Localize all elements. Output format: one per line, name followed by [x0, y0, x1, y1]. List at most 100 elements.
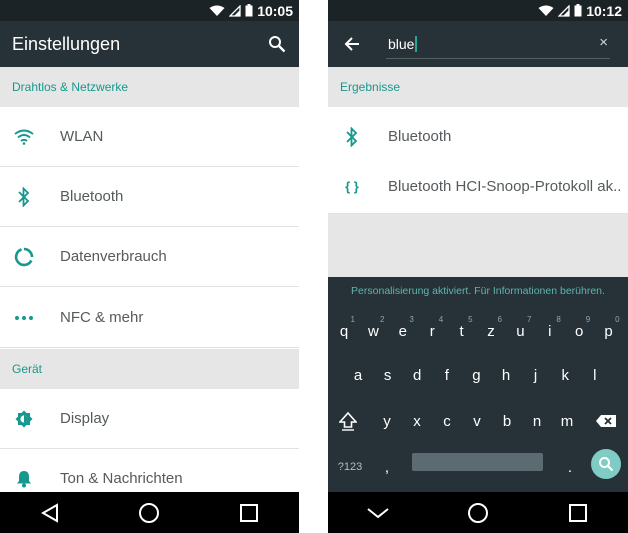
- key-h[interactable]: h: [492, 357, 520, 393]
- key-number-hint: 6: [497, 315, 502, 324]
- key-x[interactable]: x: [403, 403, 431, 439]
- status-bar: 10:12: [328, 0, 628, 21]
- key-number-hint: 3: [409, 315, 414, 324]
- key-l[interactable]: l: [581, 357, 609, 393]
- more-icon: [12, 306, 36, 330]
- settings-item-label: Bluetooth: [60, 188, 124, 205]
- key-letter: o: [575, 322, 584, 340]
- key-e[interactable]: e3: [389, 313, 417, 349]
- key-letter: p: [604, 322, 613, 340]
- key-letter: e: [398, 322, 407, 340]
- wifi-status-icon: [209, 5, 225, 17]
- key-t[interactable]: t5: [448, 313, 476, 349]
- home-icon[interactable]: [129, 493, 169, 533]
- key-r[interactable]: r4: [418, 313, 446, 349]
- signal-icon: [229, 4, 241, 17]
- settings-item-wlan[interactable]: WLAN: [0, 107, 299, 167]
- key-n[interactable]: n: [523, 403, 551, 439]
- key-b[interactable]: b: [493, 403, 521, 439]
- section-header-wireless: Drahtlos & Netzwerke: [0, 67, 299, 107]
- search-input[interactable]: blue ×: [386, 30, 610, 59]
- key-u[interactable]: u7: [506, 313, 534, 349]
- key-s[interactable]: s: [374, 357, 402, 393]
- navigation-bar: [0, 492, 299, 533]
- section-header-device: Gerät: [0, 349, 299, 389]
- bluetooth-icon: [12, 185, 36, 209]
- key-v[interactable]: v: [463, 403, 491, 439]
- settings-item-nfc[interactable]: NFC & mehr: [0, 288, 299, 348]
- key-number-hint: 8: [556, 315, 561, 324]
- settings-item-bluetooth[interactable]: Bluetooth: [0, 167, 299, 227]
- key-w[interactable]: w2: [359, 313, 387, 349]
- home-icon[interactable]: [458, 493, 498, 533]
- search-result-hci-snoop[interactable]: { } Bluetooth HCI-Snoop-Protokoll ak..: [328, 160, 628, 214]
- key-number-hint: 9: [585, 315, 591, 324]
- key-o[interactable]: o9: [565, 313, 593, 349]
- keyboard-row-4: ?123 , .: [328, 449, 628, 485]
- keyboard: q1w2e3r4t5z6u7i8o9p0 asdfghjkl yxcvbnm ?…: [328, 305, 628, 492]
- key-d[interactable]: d: [403, 357, 431, 393]
- key-letter: z: [487, 322, 495, 340]
- key-m[interactable]: m: [553, 403, 581, 439]
- key-f[interactable]: f: [433, 357, 461, 393]
- settings-item-label: NFC & mehr: [60, 309, 144, 326]
- keyboard-row-2: asdfghjkl: [328, 357, 628, 393]
- key-a[interactable]: a: [344, 357, 372, 393]
- keyboard-suggestion-strip[interactable]: Personalisierung aktiviert. Für Informat…: [328, 277, 628, 305]
- brightness-icon: [12, 407, 36, 431]
- back-arrow-icon[interactable]: [340, 32, 364, 56]
- search-result-label: Bluetooth: [388, 128, 452, 145]
- key-z[interactable]: z6: [477, 313, 505, 349]
- key-j[interactable]: j: [522, 357, 550, 393]
- key-k[interactable]: k: [551, 357, 579, 393]
- settings-item-data-usage[interactable]: Datenverbrauch: [0, 227, 299, 287]
- bluetooth-icon: [340, 125, 364, 149]
- app-bar: Einstellungen: [0, 21, 299, 67]
- search-icon[interactable]: [267, 34, 287, 54]
- status-bar: 10:05: [0, 0, 299, 21]
- key-g[interactable]: g: [462, 357, 490, 393]
- key-q[interactable]: q1: [330, 313, 358, 349]
- key-letter: t: [459, 322, 464, 340]
- key-number-hint: 5: [468, 315, 473, 324]
- search-key-icon[interactable]: [591, 449, 621, 479]
- comma-key[interactable]: ,: [373, 449, 401, 485]
- key-number-hint: 0: [615, 315, 620, 324]
- status-time: 10:12: [586, 2, 622, 19]
- key-p[interactable]: p0: [595, 313, 623, 349]
- back-icon[interactable]: [30, 493, 70, 533]
- clear-icon[interactable]: ×: [599, 34, 608, 51]
- keyboard-row-3: yxcvbnm: [328, 403, 628, 439]
- recents-icon[interactable]: [558, 493, 598, 533]
- recents-icon[interactable]: [229, 493, 269, 533]
- search-result-label: Bluetooth HCI-Snoop-Protokoll ak..: [388, 178, 622, 195]
- settings-search-screen: 10:12 blue × Ergebnisse Bluetooth { } Bl…: [328, 0, 628, 533]
- key-number-hint: 4: [438, 315, 444, 324]
- battery-icon: [574, 4, 582, 17]
- key-letter: q: [339, 322, 349, 340]
- key-letter: w: [367, 322, 379, 340]
- navigation-bar: [328, 492, 628, 533]
- text-cursor: [415, 35, 418, 52]
- results-empty-area: [328, 214, 628, 277]
- key-y[interactable]: y: [373, 403, 401, 439]
- key-letter: i: [548, 322, 552, 340]
- key-c[interactable]: c: [433, 403, 461, 439]
- search-result-bluetooth[interactable]: Bluetooth: [328, 107, 628, 167]
- key-number-hint: 2: [379, 315, 385, 324]
- settings-item-label: Ton & Nachrichten: [60, 470, 183, 487]
- settings-item-display[interactable]: Display: [0, 389, 299, 449]
- key-letter: u: [516, 322, 525, 340]
- symbols-key[interactable]: ?123: [334, 449, 366, 485]
- developer-options-icon: { }: [345, 179, 359, 194]
- data-usage-icon: [12, 245, 36, 269]
- wifi-status-icon: [538, 5, 554, 17]
- period-key[interactable]: .: [556, 449, 584, 485]
- key-i[interactable]: i8: [536, 313, 564, 349]
- shift-key[interactable]: [334, 403, 362, 439]
- settings-item-label: WLAN: [60, 128, 104, 145]
- backspace-icon[interactable]: [592, 403, 620, 439]
- hide-keyboard-icon[interactable]: [358, 493, 398, 533]
- space-key[interactable]: [412, 453, 543, 471]
- wifi-icon: [12, 125, 36, 149]
